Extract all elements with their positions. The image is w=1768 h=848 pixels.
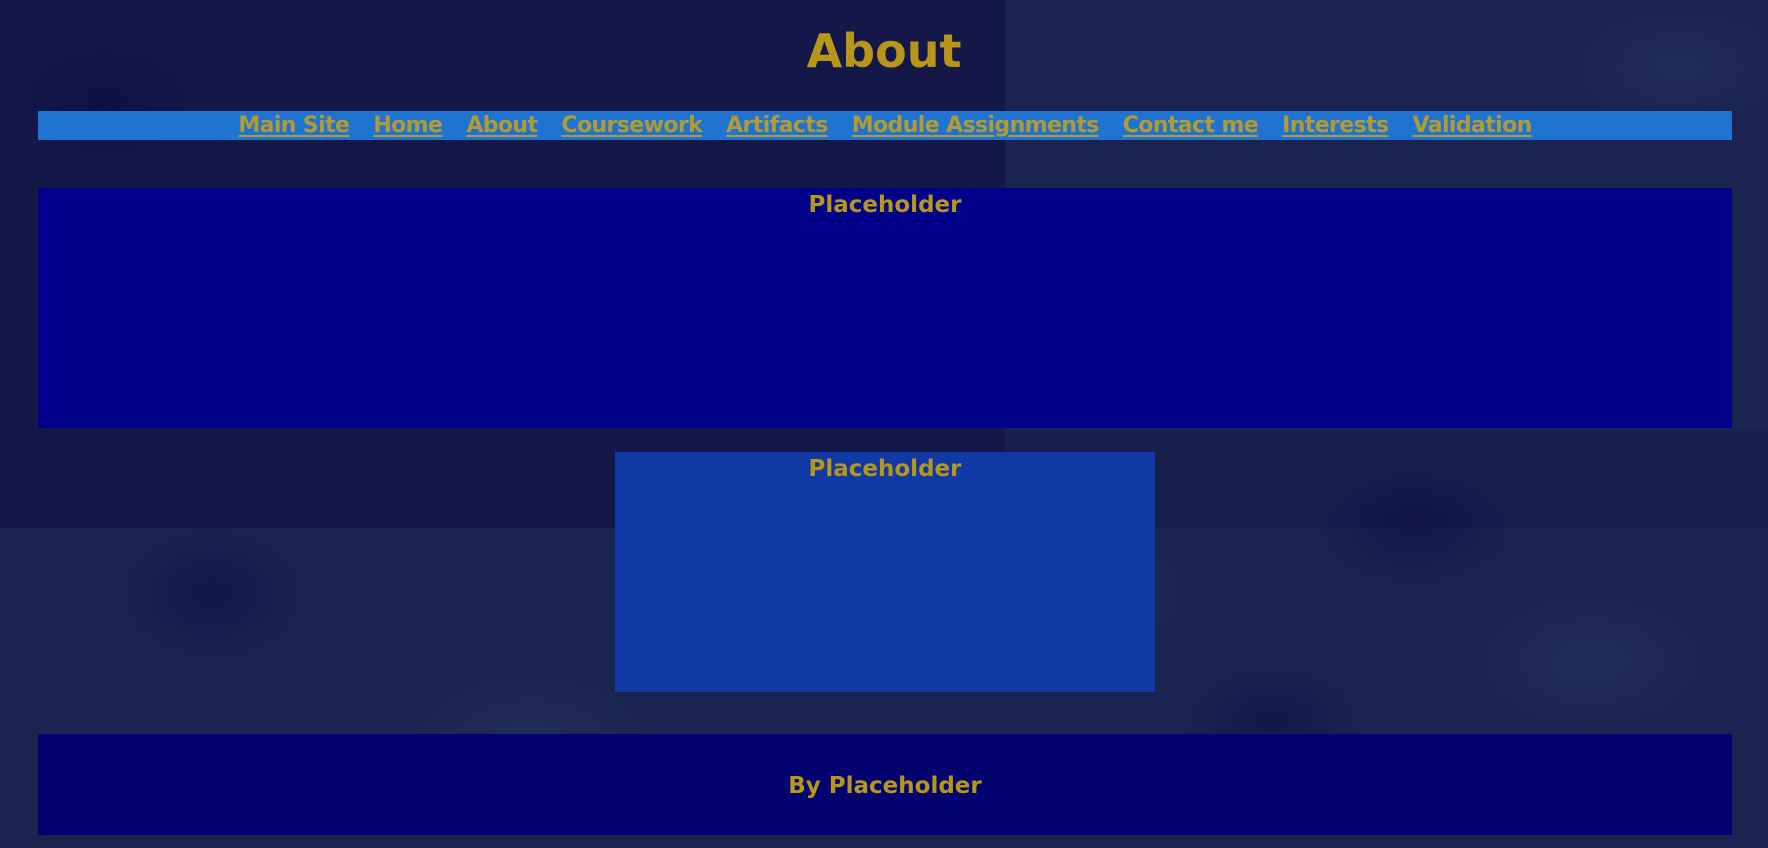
- nav-link-home[interactable]: Home: [373, 111, 443, 140]
- nav-link-module-assignments[interactable]: Module Assignments: [852, 111, 1100, 140]
- middle-section-heading: Placeholder: [808, 456, 962, 482]
- page-title: About: [806, 24, 962, 78]
- nav-link-about[interactable]: About: [466, 111, 538, 140]
- middle-content-section: Placeholder: [615, 452, 1155, 692]
- nav-bar: Main Site Home About Coursework Artifact…: [38, 111, 1732, 140]
- nav-link-contact-me[interactable]: Contact me: [1123, 111, 1259, 140]
- top-content-section: Placeholder: [38, 188, 1732, 428]
- top-section-heading: Placeholder: [808, 192, 962, 218]
- nav-link-interests[interactable]: Interests: [1282, 111, 1389, 140]
- footer: By Placeholder: [38, 734, 1732, 835]
- footer-byline: By Placeholder: [788, 772, 982, 799]
- nav-link-validation[interactable]: Validation: [1413, 111, 1533, 140]
- nav-link-coursework[interactable]: Coursework: [561, 111, 702, 140]
- nav-link-main-site[interactable]: Main Site: [238, 111, 350, 140]
- nav-link-artifacts[interactable]: Artifacts: [726, 111, 828, 140]
